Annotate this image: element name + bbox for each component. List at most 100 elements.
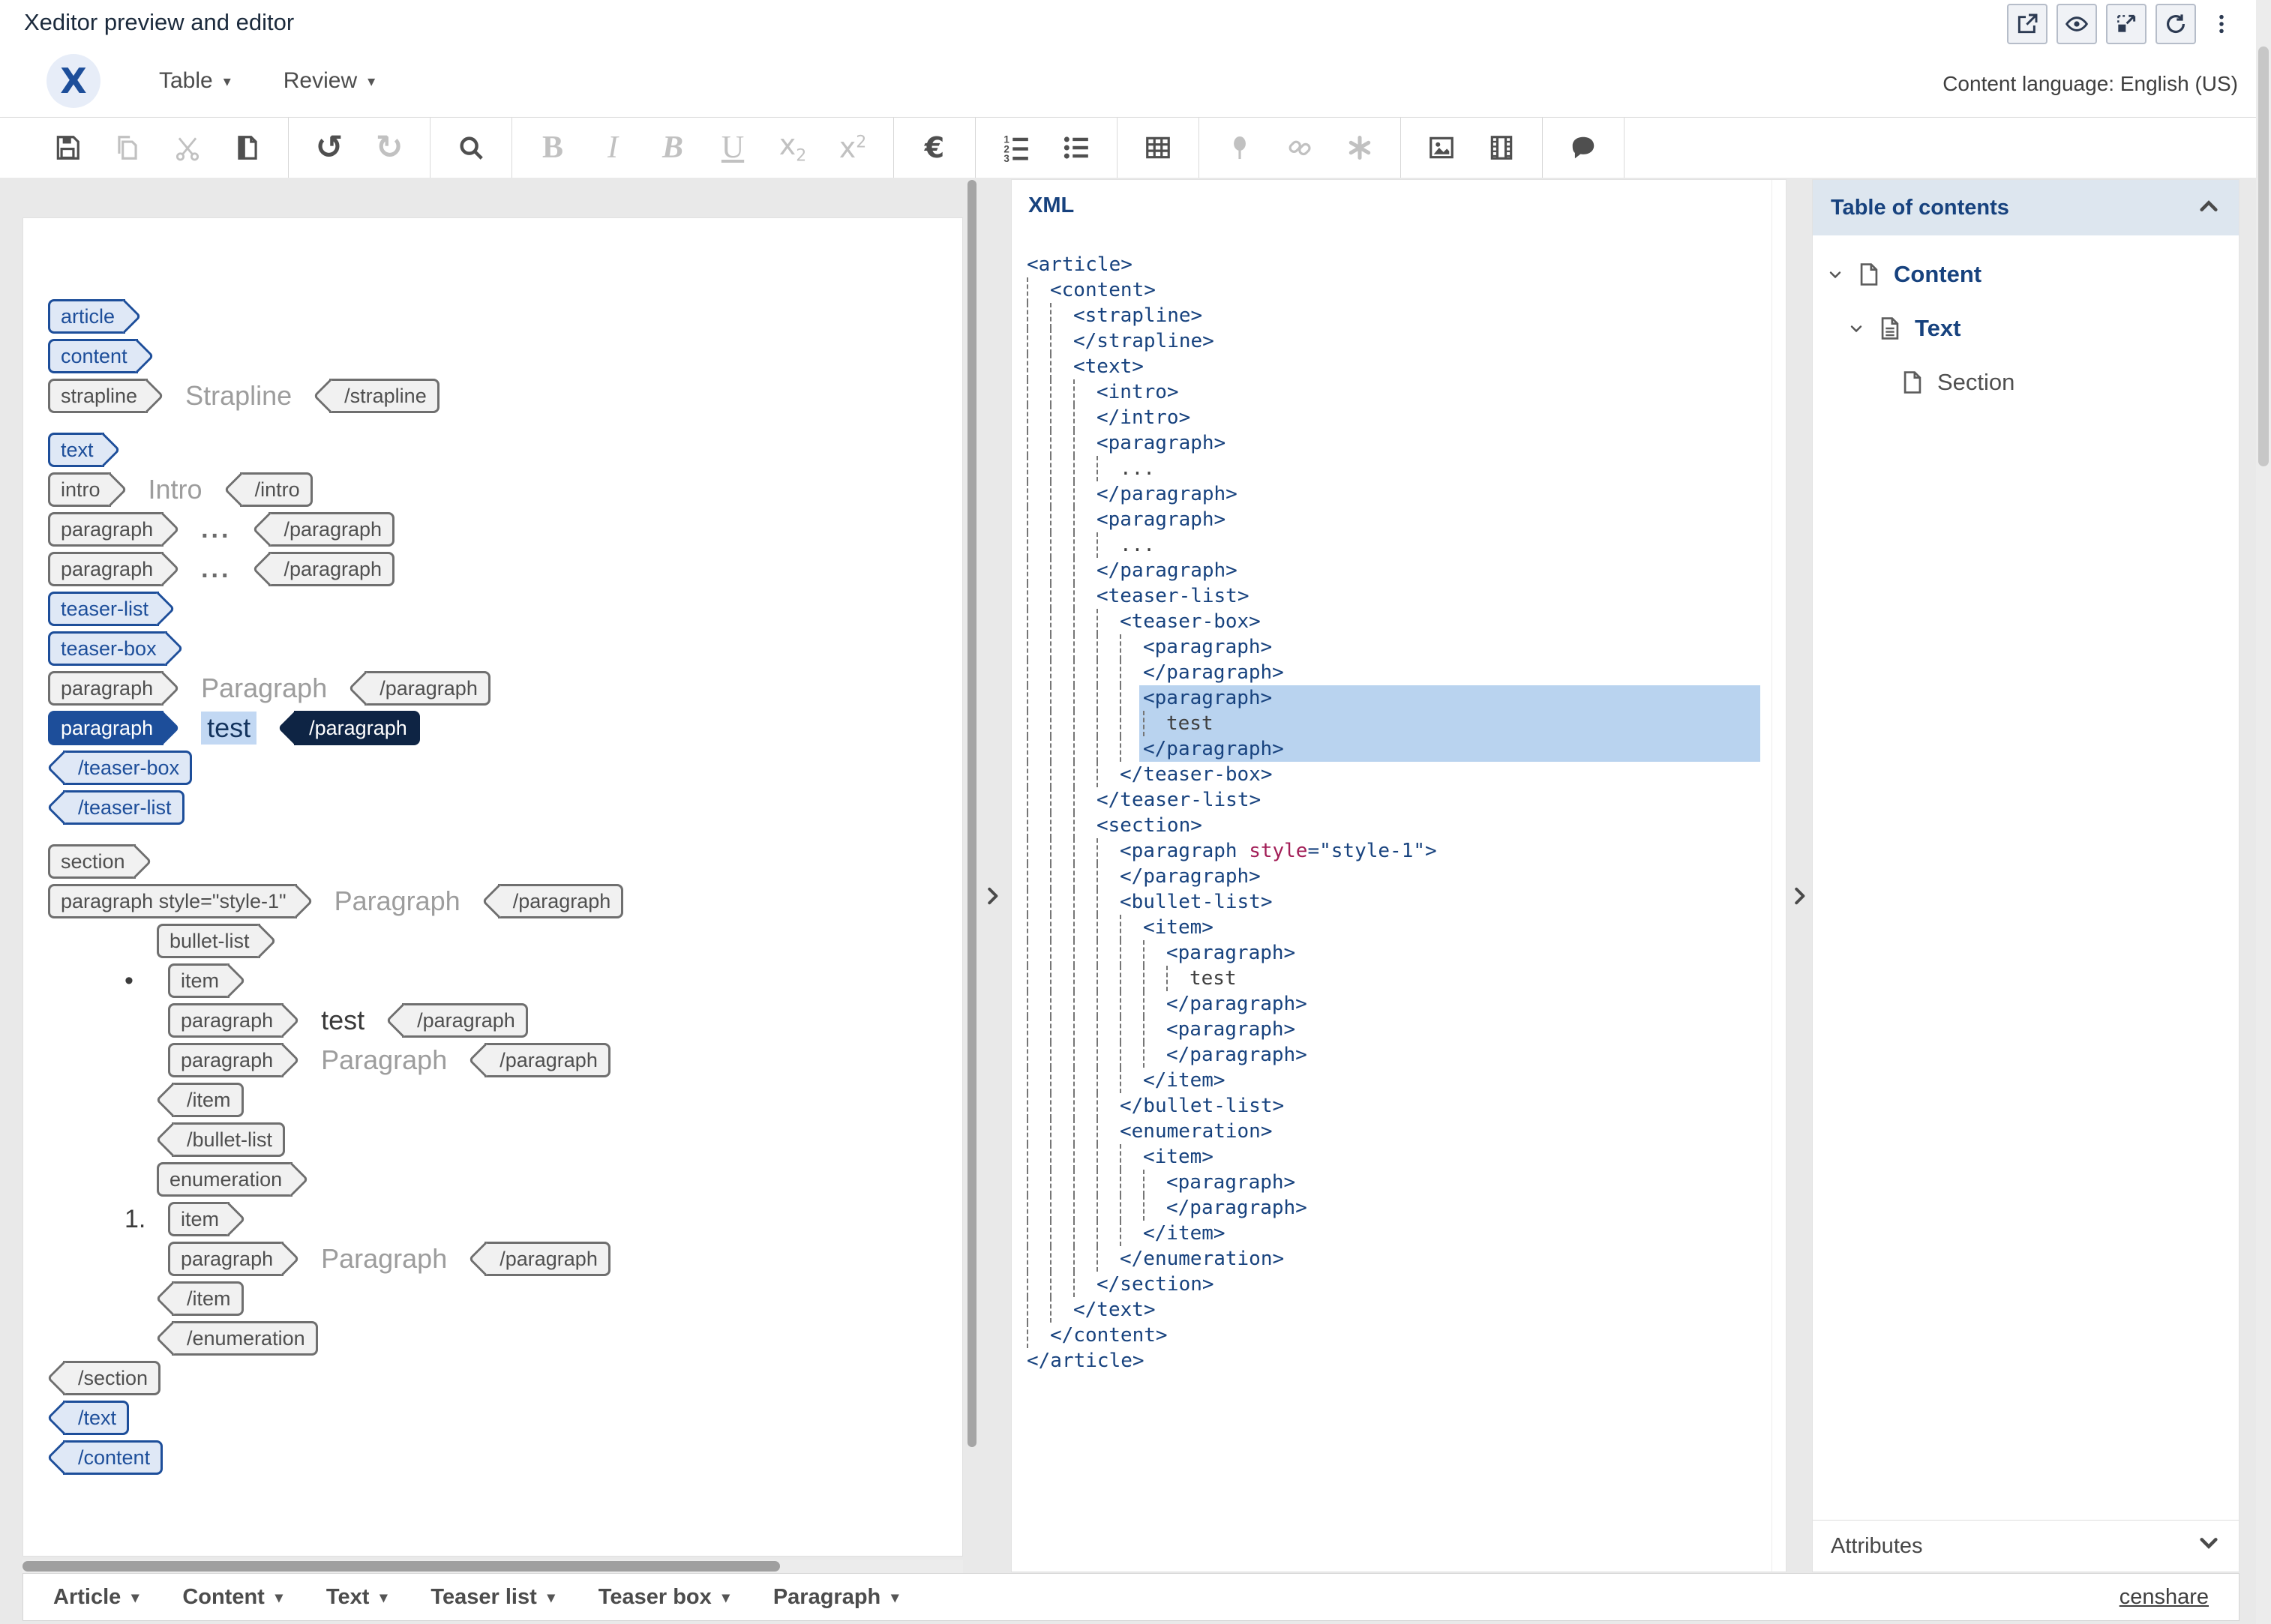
tag-pill-item[interactable]: item [168,1202,230,1236]
expand-editor-panel-arrow-icon[interactable] [981,879,1004,912]
toolbar-table-button[interactable] [1143,129,1173,166]
toc-item-text[interactable]: Text [1813,309,2239,348]
toolbar-italic-button[interactable]: I [598,129,628,166]
toc-item-section[interactable]: Section [1813,363,2239,402]
breadcrumb-article[interactable]: Article▾ [53,1585,139,1610]
expand-xml-panel-arrow-icon[interactable] [1788,879,1810,912]
tag-pill--item[interactable]: /item [172,1281,244,1316]
breadcrumb-teaser-box[interactable]: Teaser box▾ [598,1585,730,1610]
attributes-header[interactable]: Attributes [1813,1520,2239,1572]
tag-pill--section[interactable]: /section [63,1361,160,1395]
horizontal-scroll-thumb[interactable] [22,1561,780,1572]
toc-item-content[interactable]: Content [1813,255,2239,294]
tag-pill--text[interactable]: /text [63,1401,129,1435]
toolbar-redo-button[interactable]: ↻ [374,129,404,166]
tag-pill--paragraph[interactable]: /paragraph [268,512,394,547]
tag-pill-teaser-list[interactable]: teaser-list [48,592,159,626]
tag-pill-paragraph[interactable]: paragraph [48,512,164,547]
visual-editor-canvas[interactable]: article content strapline Strapline/strapli… [22,217,963,1557]
page-scroll-thumb[interactable] [2258,46,2269,466]
editor-text[interactable]: ... [201,515,231,544]
tag-pill--intro[interactable]: /intro [240,472,313,507]
editor-vertical-scrollbar[interactable] [968,180,976,1557]
tag-pill--paragraph[interactable]: /paragraph [484,1043,610,1077]
tag-pill-content[interactable]: content [48,339,138,373]
tag-pill-teaser-box[interactable]: teaser-box [48,631,167,666]
xml-code-view[interactable]: <article><content><strapline></strapline… [1027,252,1766,1374]
tag-pill-article[interactable]: article [48,299,125,334]
tag-pill-paragraph[interactable]: paragraph [168,1242,284,1276]
toolbar-bold-italic-button[interactable]: B [658,129,688,166]
placeholder-text[interactable]: Paragraph [201,673,327,704]
censhare-link[interactable]: censhare [2120,1585,2209,1610]
breadcrumb-paragraph[interactable]: Paragraph▾ [773,1585,899,1610]
placeholder-text[interactable]: Intro [148,474,202,505]
editor-text[interactable]: test [201,712,256,745]
eye-button[interactable] [2056,4,2097,44]
xeditor-logo[interactable]: X [46,54,100,108]
chevron-up-icon[interactable] [2197,194,2221,222]
chevron-down-icon[interactable] [1826,265,1844,283]
toolbar-bullet-list-button[interactable] [1061,129,1091,166]
tag-pill--teaser-box[interactable]: /teaser-box [63,751,192,785]
placeholder-text[interactable]: Strapline [185,380,292,412]
tag-pill-paragraph[interactable]: paragraph [48,671,164,706]
tag-pill-enumeration[interactable]: enumeration [157,1162,292,1197]
toc-header[interactable]: Table of contents [1813,180,2239,235]
toolbar-subscript-button[interactable]: x2 [778,129,808,166]
tag-pill-paragraph[interactable]: paragraph [168,1043,284,1077]
tag-pill-section[interactable]: section [48,844,136,879]
breadcrumb-teaser-list[interactable]: Teaser list▾ [430,1585,554,1610]
chevron-down-icon[interactable] [1847,319,1865,337]
tag-pill--item[interactable]: /item [172,1083,244,1117]
placeholder-text[interactable]: Paragraph [321,1243,447,1275]
toolbar-search-button[interactable] [456,129,486,166]
toolbar-asterisk-button[interactable] [1345,129,1375,166]
tag-pill-paragraph-style-style-1-[interactable]: paragraph style="style-1" [48,884,297,918]
toolbar-euro-button[interactable]: € [920,129,950,166]
tag-pill--paragraph[interactable]: /paragraph [484,1242,610,1276]
menu-review[interactable]: Review▾ [284,68,375,94]
placeholder-text[interactable]: Paragraph [334,885,460,917]
tag-pill-strapline[interactable]: strapline [48,379,148,413]
toolbar-underline-button[interactable]: U [718,129,748,166]
tag-pill-text[interactable]: text [48,433,104,467]
editor-text[interactable]: test [321,1005,364,1036]
editor-text[interactable]: ... [201,555,231,584]
toolbar-pin-button[interactable] [1225,129,1255,166]
menu-table[interactable]: Table▾ [159,68,231,94]
toolbar-cut-button[interactable] [172,129,202,166]
tag-pill-intro[interactable]: intro [48,472,111,507]
tag-pill-paragraph[interactable]: paragraph [48,552,164,586]
toolbar-film-button[interactable] [1486,129,1516,166]
toolbar-comment-button[interactable] [1568,129,1598,166]
toolbar-image-button[interactable] [1426,129,1456,166]
editor-horizontal-scrollbar[interactable] [22,1560,963,1573]
tag-pill--paragraph[interactable]: /paragraph [402,1003,528,1038]
placeholder-text[interactable]: Paragraph [321,1044,447,1076]
toolbar-copy-button[interactable] [112,129,142,166]
tag-pill-paragraph[interactable]: paragraph [48,711,164,745]
toolbar-ordered-list-button[interactable]: 123 [1001,129,1031,166]
tag-pill--teaser-list[interactable]: /teaser-list [63,790,184,825]
tag-pill--strapline[interactable]: /strapline [329,379,440,413]
breadcrumb-text[interactable]: Text▾ [326,1585,388,1610]
toolbar-bold-button[interactable]: B [538,129,568,166]
refresh-button[interactable] [2156,4,2196,44]
tag-pill--paragraph[interactable]: /paragraph [268,552,394,586]
tag-pill--paragraph[interactable]: /paragraph [294,711,420,745]
tag-pill--paragraph[interactable]: /paragraph [498,884,624,918]
tag-pill--paragraph[interactable]: /paragraph [364,671,490,706]
page-scrollbar[interactable] [2256,0,2271,1624]
tag-pill--bullet-list[interactable]: /bullet-list [172,1122,285,1157]
toolbar-undo-button[interactable]: ↺ [314,129,344,166]
tag-pill-paragraph[interactable]: paragraph [168,1003,284,1038]
resize-button[interactable] [2106,4,2146,44]
tag-pill-bullet-list[interactable]: bullet-list [157,924,260,958]
breadcrumb-content[interactable]: Content▾ [182,1585,283,1610]
vertical-scroll-thumb[interactable] [968,180,976,1447]
tag-pill--content[interactable]: /content [63,1440,163,1475]
open-external-button[interactable] [2007,4,2048,44]
toolbar-save-button[interactable] [52,129,82,166]
tag-pill-item[interactable]: item [168,963,230,998]
